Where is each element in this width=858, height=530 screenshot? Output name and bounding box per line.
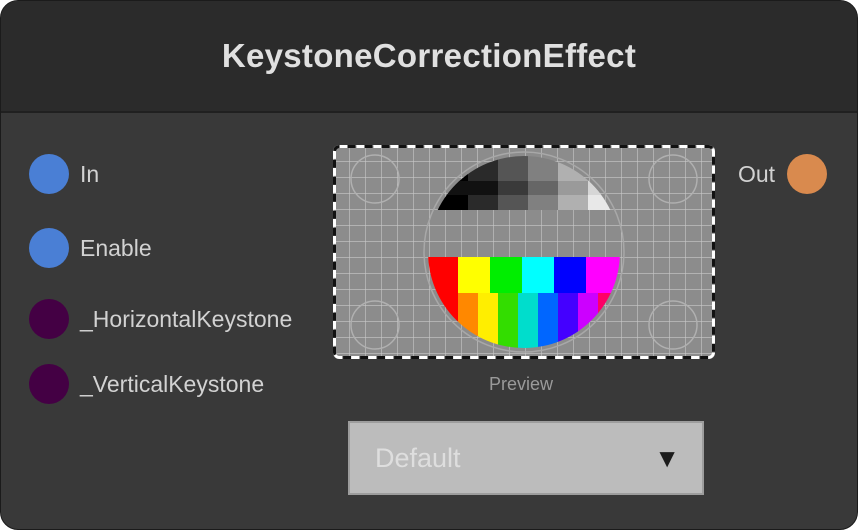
input-port-in[interactable]: In	[29, 154, 99, 194]
dropdown-arrow-icon[interactable]: ▼	[654, 443, 680, 474]
node-panel[interactable]: KeystoneCorrectionEffect In Enable _Hori…	[0, 0, 858, 530]
node-title: KeystoneCorrectionEffect	[221, 37, 637, 74]
port-horizontal-keystone-label: _HorizontalKeystone	[80, 305, 293, 332]
port-in-label: In	[80, 160, 100, 187]
port-horizontal-keystone-icon[interactable]	[29, 299, 69, 339]
preview-image	[333, 145, 715, 359]
input-port-vertical-keystone[interactable]: _VerticalKeystone	[29, 364, 264, 404]
dropdown-value: Default	[375, 442, 461, 473]
input-port-horizontal-keystone[interactable]: _HorizontalKeystone	[29, 299, 292, 339]
input-port-enable[interactable]: Enable	[29, 228, 152, 268]
port-out-label: Out	[738, 160, 776, 187]
node-header[interactable]: KeystoneCorrectionEffect	[1, 1, 857, 113]
port-vertical-keystone-label: _VerticalKeystone	[80, 370, 265, 397]
output-port-out[interactable]: Out	[738, 154, 828, 194]
port-in-icon[interactable]	[29, 154, 69, 194]
test-pattern-icon	[333, 145, 715, 359]
port-vertical-keystone-icon[interactable]	[29, 364, 69, 404]
port-out-icon[interactable]	[787, 154, 828, 194]
port-enable-label: Enable	[80, 234, 152, 261]
port-enable-icon[interactable]	[29, 228, 69, 268]
preset-dropdown[interactable]: Default ▼	[348, 421, 704, 495]
preview-label: Preview	[488, 374, 554, 394]
